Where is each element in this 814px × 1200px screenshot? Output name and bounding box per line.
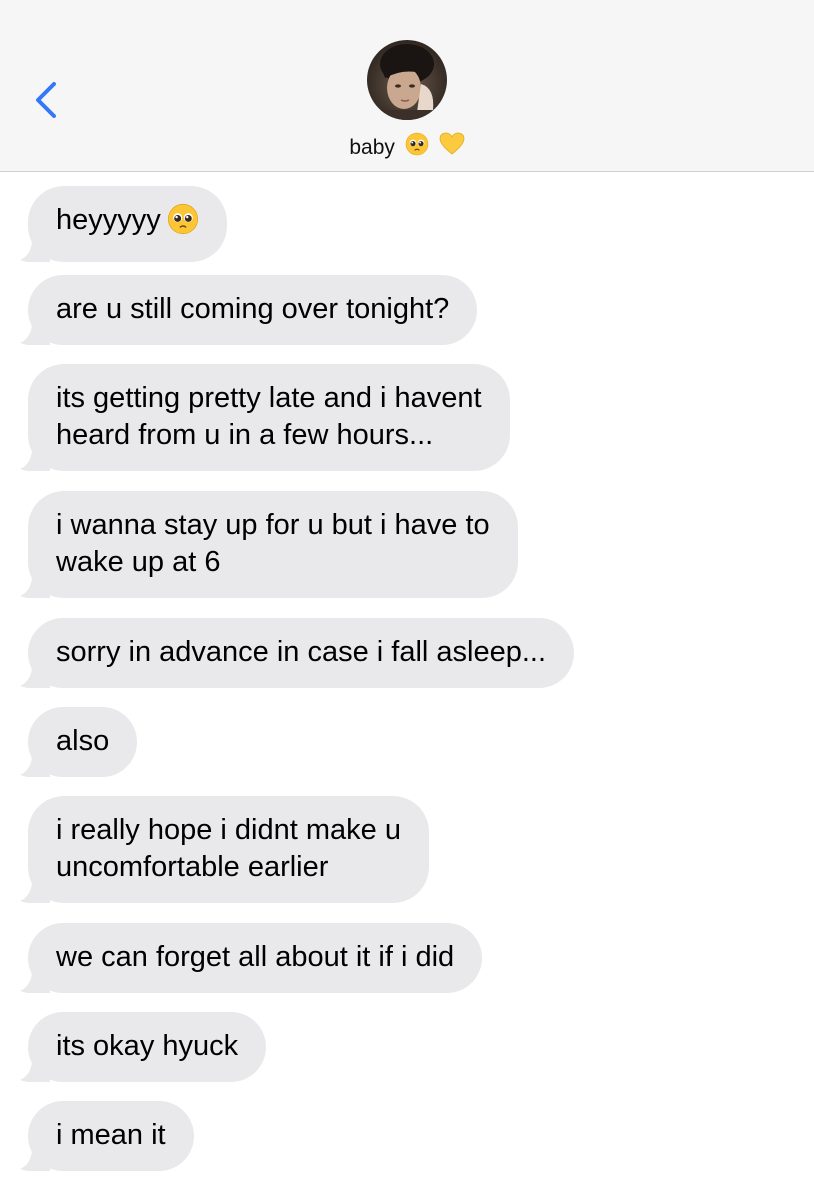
bubble-tail: [20, 441, 50, 471]
back-button[interactable]: [30, 78, 64, 122]
contact-name: baby: [349, 136, 395, 160]
message-text: i mean it: [56, 1119, 166, 1151]
message-bubble[interactable]: we can forget all about it if i did: [20, 923, 483, 993]
message-text: also: [56, 725, 110, 757]
message-bubble[interactable]: also: [20, 707, 138, 777]
message-bubble[interactable]: i mean it: [20, 1101, 194, 1171]
bubble-tail: [20, 232, 50, 262]
pleading-face-emoji: [167, 203, 199, 245]
bubble-tail: [20, 658, 50, 688]
bubble-tail: [20, 747, 50, 777]
message-text-line: wake up at 6: [56, 546, 221, 578]
bubble-tail: [20, 1141, 50, 1171]
message-text: heyyyyy: [56, 202, 199, 245]
message-bubble[interactable]: heyyyyy: [20, 186, 227, 262]
message-text-line: i wanna stay up for u but i have to: [56, 509, 490, 541]
bubble-tail: [20, 873, 50, 903]
chevron-left-icon: [36, 82, 56, 118]
message-bubble[interactable]: i really hope i didnt make u uncomfortab…: [20, 796, 429, 903]
message-text-line: i really hope i didnt make u: [56, 814, 401, 846]
contact-name-button[interactable]: baby: [0, 132, 814, 165]
message-text: are u still coming over tonight?: [56, 293, 450, 325]
yellow-heart-emoji: [439, 132, 465, 165]
message-text-line: heard from u in a few hours...: [56, 419, 434, 451]
bubble-tail: [20, 1052, 50, 1082]
message-bubble[interactable]: its okay hyuck: [20, 1012, 267, 1082]
message-text: its okay hyuck: [56, 1030, 239, 1062]
message-text-line: uncomfortable earlier: [56, 851, 329, 883]
bubble-tail: [20, 568, 50, 598]
avatar-photo: [367, 40, 447, 120]
message-bubble[interactable]: its getting pretty late and i havent hea…: [20, 364, 510, 471]
pleading-face-emoji: [405, 132, 429, 165]
contact-avatar[interactable]: [367, 40, 447, 120]
conversation-header: baby: [0, 0, 814, 172]
message-text-line: its getting pretty late and i havent: [56, 382, 482, 414]
bubble-tail: [20, 315, 50, 345]
message-bubble[interactable]: i wanna stay up for u but i have to wake…: [20, 491, 518, 598]
bubble-tail: [20, 963, 50, 993]
message-bubble[interactable]: sorry in advance in case i fall asleep..…: [20, 618, 575, 688]
message-text: sorry in advance in case i fall asleep..…: [56, 636, 547, 668]
message-text: we can forget all about it if i did: [56, 941, 455, 973]
message-bubble[interactable]: are u still coming over tonight?: [20, 275, 478, 345]
